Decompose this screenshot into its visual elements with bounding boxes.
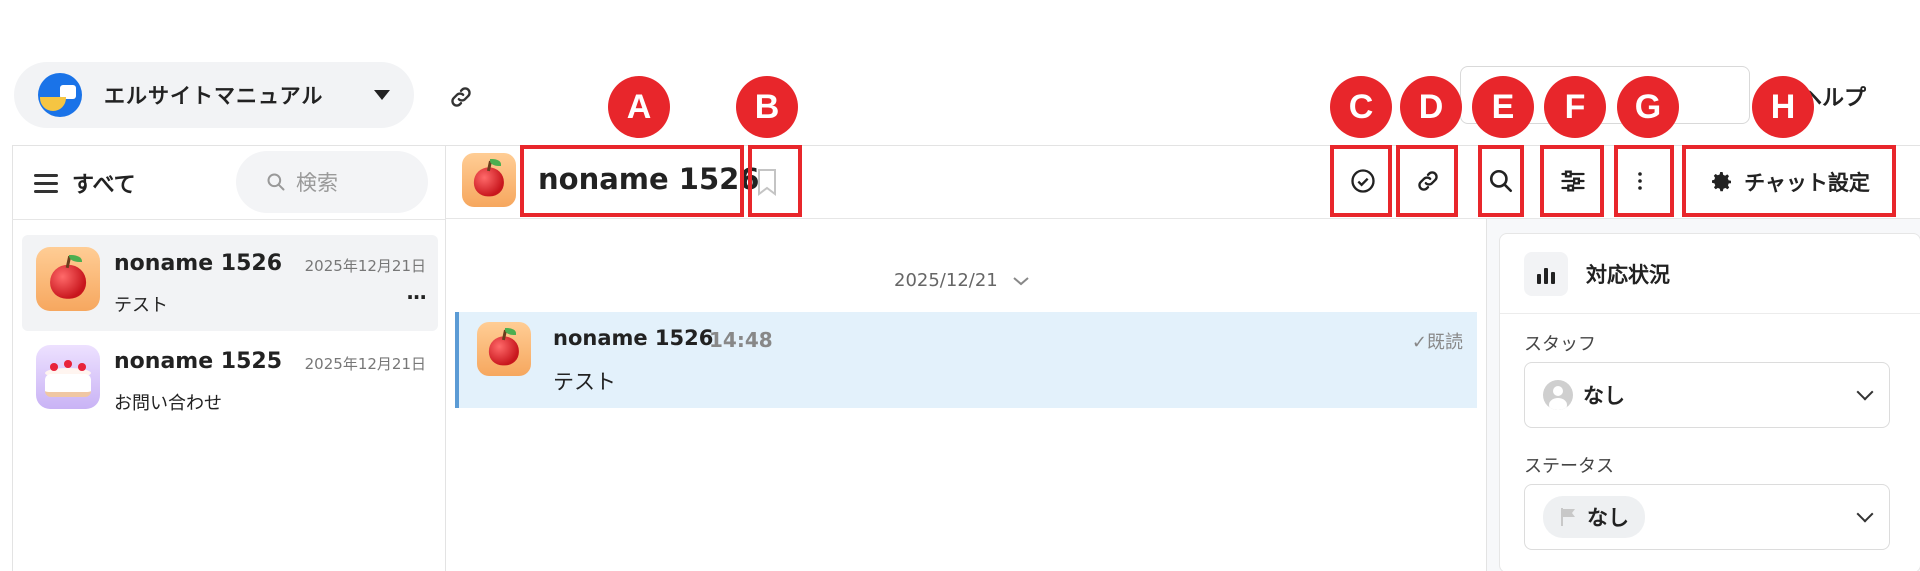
message-sender: noname 1526 [553, 326, 714, 350]
message-text: テスト [553, 370, 616, 394]
staff-label: スタッフ [1524, 334, 1596, 355]
annotation-box-h [1682, 145, 1896, 217]
annotation-box-c [1330, 145, 1392, 217]
chat-preview: お問い合わせ [114, 393, 222, 414]
divider [12, 219, 445, 220]
status-select[interactable]: なし [1524, 484, 1890, 550]
annotation-badge-h: H [1752, 76, 1814, 138]
user-icon [1543, 380, 1573, 410]
annotation-box-d [1396, 145, 1458, 217]
annotation-box-a [520, 145, 744, 217]
status-header[interactable]: 対応状況 [1500, 234, 1920, 314]
menu-icon [34, 169, 58, 198]
annotation-badge-e: E [1472, 76, 1534, 138]
avatar [462, 153, 516, 207]
search-input[interactable]: 検索 [236, 151, 428, 213]
status-title: 対応状況 [1586, 262, 1670, 287]
bar-chart-icon [1524, 251, 1568, 296]
avatar [36, 247, 100, 311]
staff-value: なし [1583, 384, 1625, 408]
chevron-down-icon [1013, 276, 1029, 285]
status-chip: なし [1543, 496, 1645, 538]
message-row[interactable]: noname 1526 14:48 ✓既読 テスト [455, 312, 1477, 408]
chat-list-item[interactable]: noname 1525 2025年12月21日 お問い合わせ [22, 333, 438, 429]
date-separator[interactable]: 2025/12/21 [894, 270, 1030, 291]
annotation-box-e [1478, 145, 1524, 217]
annotation-box-g [1614, 145, 1674, 217]
chat-list-item[interactable]: noname 1526 2025年12月21日 テスト ··· [22, 235, 438, 331]
flag-icon [1561, 508, 1575, 526]
date-separator-label: 2025/12/21 [894, 270, 998, 291]
annotation-box-f [1540, 145, 1604, 217]
chevron-down-icon [1856, 505, 1874, 523]
search-icon [267, 173, 285, 191]
workspace-logo [38, 73, 82, 117]
read-status: ✓既読 [1411, 332, 1463, 353]
annotation-badge-g: G [1617, 76, 1679, 138]
chat-preview: テスト [114, 295, 168, 316]
avatar [36, 345, 100, 409]
message-time: 14:48 [709, 328, 773, 352]
workspace-switcher[interactable]: エルサイトマニュアル [14, 62, 414, 128]
workspace-name: エルサイトマニュアル [104, 84, 324, 108]
annotation-badge-f: F [1544, 76, 1606, 138]
status-label: ステータス [1524, 456, 1614, 477]
annotation-badge-c: C [1330, 76, 1392, 138]
status-panel: 対応状況 スタッフ なし ステータス なし [1486, 219, 1920, 571]
chat-date: 2025年12月21日 [304, 257, 426, 275]
staff-select[interactable]: なし [1524, 362, 1890, 428]
chat-name: noname 1526 [114, 251, 283, 276]
chat-date: 2025年12月21日 [304, 355, 426, 373]
caret-down-icon [374, 90, 390, 100]
annotation-badge-a: A [608, 76, 670, 138]
chevron-down-icon [1856, 383, 1874, 401]
annotation-box-b [748, 145, 802, 217]
read-status-label: 既読 [1427, 332, 1463, 353]
annotation-badge-b: B [736, 76, 798, 138]
status-card: 対応状況 スタッフ なし ステータス なし [1499, 233, 1920, 571]
chat-name: noname 1525 [114, 349, 283, 374]
filter-menu[interactable]: すべて [34, 167, 136, 199]
link-icon[interactable] [448, 84, 474, 110]
avatar [477, 322, 531, 376]
filter-label: すべて [72, 173, 136, 198]
chat-list-panel: すべて 検索 noname 1526 2025年12月21日 テスト ··· n… [12, 145, 446, 571]
status-value: なし [1587, 506, 1629, 530]
search-placeholder: 検索 [296, 171, 338, 195]
more-horizontal-icon[interactable]: ··· [406, 285, 427, 309]
annotation-badge-d: D [1400, 76, 1462, 138]
